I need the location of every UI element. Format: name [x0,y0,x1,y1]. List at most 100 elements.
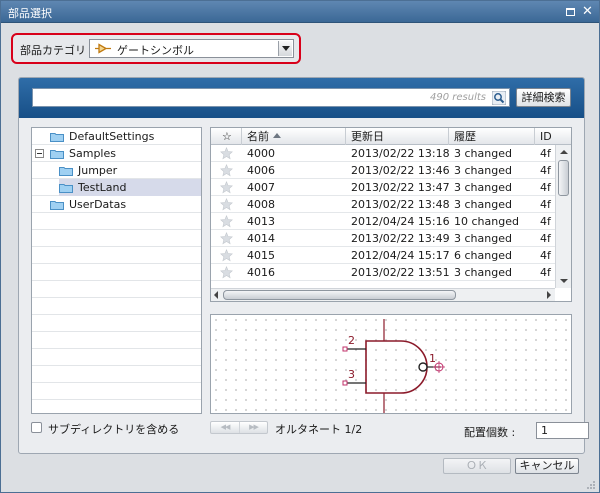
nand-gate-symbol: 2 3 1 [342,319,445,413]
close-icon[interactable]: ✕ [581,5,594,18]
folder-icon [50,150,64,159]
header-id[interactable]: ID [535,128,571,145]
header-name-label: 名前 [247,130,269,143]
tree-item-label: Samples [69,147,116,160]
cell-history: 3 changed [454,147,512,160]
cell-name: 4016 [247,266,275,279]
symbol-preview: 2 3 1 [210,314,572,414]
placement-count-input[interactable]: 1 [536,422,589,439]
favorite-star-icon[interactable] [220,181,233,194]
cell-id: 4f [540,147,551,160]
favorite-star-icon[interactable] [220,232,233,245]
folder-icon [50,201,64,210]
cell-updated: 2013/02/22 13:48 [351,198,449,211]
include-subdirs-checkbox[interactable] [31,422,42,433]
cell-id: 4f [540,164,551,177]
vertical-scrollbar[interactable] [555,145,571,288]
tree-item-defaultsettings[interactable]: DefaultSettings [50,128,201,145]
favorite-star-icon[interactable] [220,266,233,279]
category-value: ゲートシンボル [117,44,194,57]
cell-history: 3 changed [454,266,512,279]
parts-grid: ☆ 名前 更新日 履歴 ID 4000 2013/02/22 13:18 3 cha… [210,127,572,302]
table-row[interactable]: 4008 2013/02/22 13:48 3 changed 4f [211,196,555,213]
scroll-up-icon[interactable] [560,150,568,154]
favorite-star-icon[interactable] [220,215,233,228]
next-alternate-button[interactable]: ▶▶ [239,422,267,433]
cell-name: 4013 [247,215,275,228]
prev-alternate-button[interactable]: ◀◀ [211,422,239,433]
cancel-button[interactable]: キャンセル [515,458,579,474]
collapse-icon[interactable] [35,149,44,158]
resize-grip-icon[interactable] [586,480,596,490]
cell-updated: 2013/02/22 13:51 [351,266,449,279]
search-input[interactable]: 490 results [32,88,510,107]
header-name[interactable]: 名前 [242,128,346,145]
scroll-right-icon[interactable] [547,291,551,299]
window-title: 部品選択 [8,7,52,20]
tree-row-line [32,281,201,298]
restore-icon[interactable] [564,6,577,18]
vertical-scroll-thumb[interactable] [558,160,569,196]
table-row[interactable]: 4015 2012/04/24 15:17 6 changed 4f [211,247,555,264]
scroll-left-icon[interactable] [214,291,218,299]
cell-history: 6 changed [454,249,512,262]
table-row[interactable]: 4013 2012/04/24 15:16 10 changed 4f [211,213,555,230]
category-select[interactable]: ゲートシンボル [89,39,294,58]
favorite-star-icon[interactable] [220,147,233,160]
pin-label-3: 3 [348,368,355,381]
header-history[interactable]: 履歴 [449,128,535,145]
cell-history: 10 changed [454,215,519,228]
cell-updated: 2012/04/24 15:16 [351,215,449,228]
horizontal-scrollbar[interactable] [211,288,555,301]
grid-header: ☆ 名前 更新日 履歴 ID [211,128,571,145]
cell-id: 4f [540,249,551,262]
table-row[interactable]: 4000 2013/02/22 13:18 3 changed 4f [211,145,555,162]
gate-symbol-icon [95,43,111,54]
folder-icon [59,167,73,176]
table-row[interactable]: 4007 2013/02/22 13:47 3 changed 4f [211,179,555,196]
cell-history: 3 changed [454,232,512,245]
scroll-down-icon[interactable] [560,279,568,283]
cell-name: 4014 [247,232,275,245]
cell-name: 4008 [247,198,275,211]
search-icon[interactable] [492,91,506,105]
sort-ascending-icon [273,133,281,138]
horizontal-scroll-thumb[interactable] [223,290,456,300]
browser-panel: 490 results 詳細検索 DefaultSettings Samples J… [18,77,589,454]
alternate-label: オルタネート 1/2 [275,423,363,436]
cell-id: 4f [540,232,551,245]
cell-name: 4015 [247,249,275,262]
table-row[interactable]: 4006 2013/02/22 13:46 3 changed 4f [211,162,555,179]
ok-button[interactable]: ＯＫ [443,458,511,474]
tree-row-line [32,332,201,349]
title-bar: 部品選択 ✕ [1,1,599,23]
favorite-star-icon[interactable] [220,198,233,211]
tree-item-userdatas[interactable]: UserDatas [50,196,201,213]
placement-count-label: 配置個数 : [464,426,516,439]
favorite-star-icon[interactable] [220,249,233,262]
tree-item-label: DefaultSettings [69,130,155,143]
tree-row-line [32,315,201,332]
cell-id: 4f [540,198,551,211]
table-row[interactable]: 4016 2013/02/22 13:51 3 changed 4f [211,264,555,281]
cell-name: 4007 [247,181,275,194]
folder-icon [59,184,73,193]
cell-updated: 2013/02/22 13:47 [351,181,449,194]
header-star[interactable]: ☆ [211,128,242,145]
tree-item-jumper[interactable]: Jumper [59,162,201,179]
tree-row-line [32,213,201,230]
cell-history: 3 changed [454,164,512,177]
tree-item-label: UserDatas [69,198,127,211]
search-bar: 490 results 詳細検索 [19,78,584,118]
cell-name: 4000 [247,147,275,160]
tree-item-samples[interactable]: Samples [35,145,201,162]
tree-item-testland[interactable]: TestLand [59,179,201,196]
tree-item-label: TestLand [78,181,127,194]
tree-row-line [32,230,201,247]
advanced-search-button[interactable]: 詳細検索 [516,88,571,107]
table-row[interactable]: 4014 2013/02/22 13:49 3 changed 4f [211,230,555,247]
chevron-down-icon[interactable] [278,41,292,56]
category-label: 部品カテゴリ [20,44,86,57]
header-updated[interactable]: 更新日 [346,128,449,145]
favorite-star-icon[interactable] [220,164,233,177]
